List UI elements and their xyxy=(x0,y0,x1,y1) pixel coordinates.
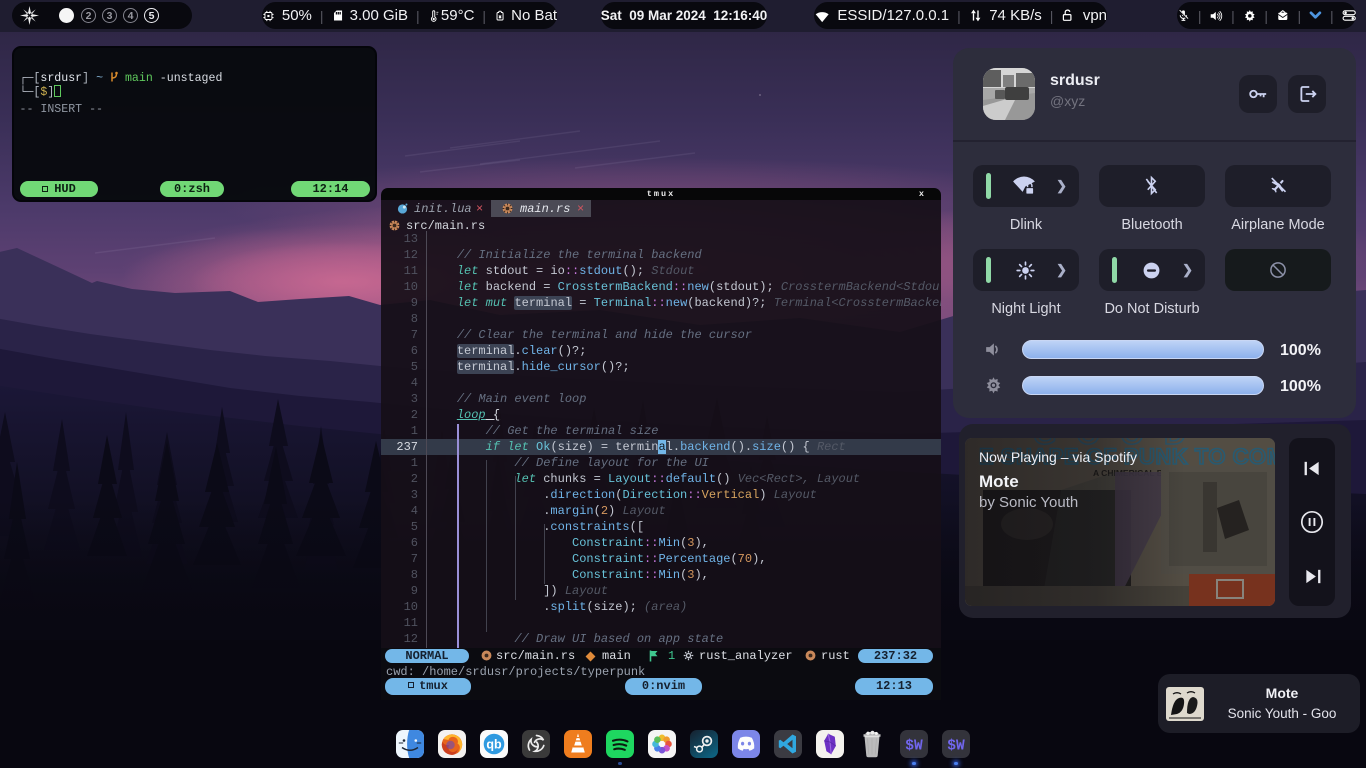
svg-text:$W: $W xyxy=(905,739,923,755)
svg-text:qb: qb xyxy=(486,738,502,752)
svg-text:$W: $W xyxy=(947,739,965,755)
